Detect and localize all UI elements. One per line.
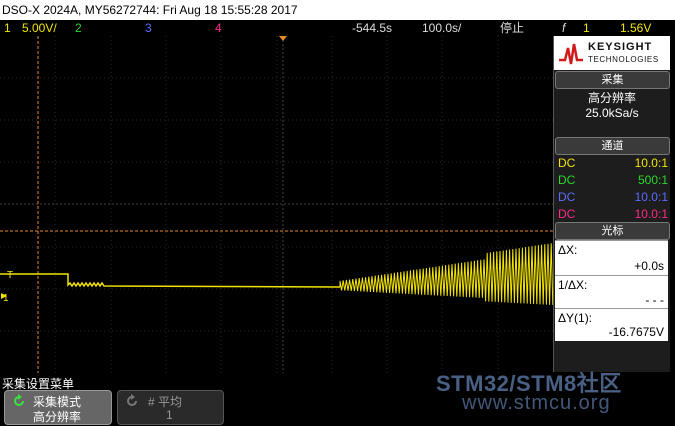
ch1-number[interactable]: 1 bbox=[4, 20, 11, 36]
run-state[interactable]: 停止 bbox=[500, 20, 524, 36]
cursor-dy: ΔY(1): -16.7675V bbox=[555, 308, 668, 341]
softkey2-value: 1 bbox=[166, 408, 173, 422]
ch2-number[interactable]: 2 bbox=[75, 20, 82, 36]
ch1-marker: 1 bbox=[3, 293, 9, 304]
ch1-scale[interactable]: 5.00V/ bbox=[22, 20, 57, 36]
trigger-marker: T bbox=[7, 270, 14, 281]
ch2-probe: 500:1 bbox=[637, 173, 668, 187]
window-title-bar: DSO-X 2024A, MY56272744: Fri Aug 18 15:5… bbox=[0, 0, 675, 20]
ch3-probe: 10.0:1 bbox=[634, 190, 668, 204]
ch3-number[interactable]: 3 bbox=[145, 20, 152, 36]
waveform-graticule bbox=[0, 36, 553, 373]
trigger-edge-icon: f bbox=[562, 21, 566, 35]
ch4-probe: 10.0:1 bbox=[634, 207, 668, 221]
cursor-dx: ΔX: +0.0s bbox=[555, 240, 668, 276]
channel-row-4: DC 10.0:1 bbox=[558, 205, 668, 223]
rotate-knob-icon bbox=[14, 394, 24, 406]
ch2-coupling: DC bbox=[558, 173, 576, 187]
dy-label: ΔY(1): bbox=[558, 311, 593, 325]
ch4-coupling: DC bbox=[558, 207, 576, 221]
dy-value: -16.7675V bbox=[608, 325, 664, 339]
cursors-header: 光标 bbox=[555, 222, 670, 240]
logo-brand: KEYSIGHT bbox=[588, 41, 653, 53]
waveform-display[interactable]: T 1 bbox=[0, 36, 553, 373]
ch1-coupling: DC bbox=[558, 156, 576, 170]
ch3-coupling: DC bbox=[558, 190, 576, 204]
keysight-logo: KEYSIGHT TECHNOLOGIES bbox=[554, 36, 670, 70]
time-offset[interactable]: -544.5s bbox=[352, 20, 392, 36]
dx-value: +0.0s bbox=[634, 259, 664, 273]
channel-row-1: DC 10.0:1 bbox=[558, 154, 668, 172]
info-panel: KEYSIGHT TECHNOLOGIES 采集 高分辨率 25.0kSa/s … bbox=[553, 36, 670, 372]
logo-sub: TECHNOLOGIES bbox=[588, 55, 659, 64]
watermark-line2: www.stmcu.org bbox=[462, 392, 611, 414]
acquisition-header: 采集 bbox=[555, 71, 670, 89]
window-title: DSO-X 2024A, MY56272744: Fri Aug 18 15:5… bbox=[2, 3, 298, 17]
sample-rate: 25.0kSa/s bbox=[585, 106, 639, 120]
channel-row-2: DC 500:1 bbox=[558, 171, 668, 189]
averages-softkey[interactable]: # 平均 1 bbox=[117, 390, 224, 425]
inv-dx-label: 1/ΔX: bbox=[558, 278, 588, 292]
trigger-channel[interactable]: 1 bbox=[583, 20, 590, 36]
trigger-level[interactable]: 1.56V bbox=[620, 20, 651, 36]
channel-row-3: DC 10.0:1 bbox=[558, 188, 668, 206]
channels-header: 通道 bbox=[555, 137, 670, 155]
ch1-probe: 10.0:1 bbox=[634, 156, 668, 170]
status-bar: 1 5.00V/ 2 3 4 -544.5s 100.0s/ 停止 f 1 1.… bbox=[0, 20, 675, 36]
softkey2-label: # 平均 bbox=[148, 395, 183, 409]
ch4-number[interactable]: 4 bbox=[215, 20, 222, 36]
keysight-wave-icon bbox=[559, 43, 583, 65]
watermark: STM32/STM8社区 www.stmcu.org bbox=[436, 366, 675, 426]
acquisition-mode: 高分辨率 bbox=[587, 91, 636, 105]
inv-dx-value: - - - bbox=[645, 293, 664, 307]
rotate-knob-icon bbox=[127, 394, 137, 406]
softkey1-value: 高分辨率 bbox=[33, 410, 82, 424]
ch1-trace bbox=[0, 243, 553, 306]
timebase[interactable]: 100.0s/ bbox=[422, 20, 461, 36]
cursor-inv-dx: 1/ΔX: - - - bbox=[555, 275, 668, 309]
dx-label: ΔX: bbox=[558, 243, 578, 257]
acquire-mode-softkey[interactable]: 采集模式 高分辨率 bbox=[4, 390, 112, 425]
trigger-position-marker bbox=[279, 36, 287, 41]
